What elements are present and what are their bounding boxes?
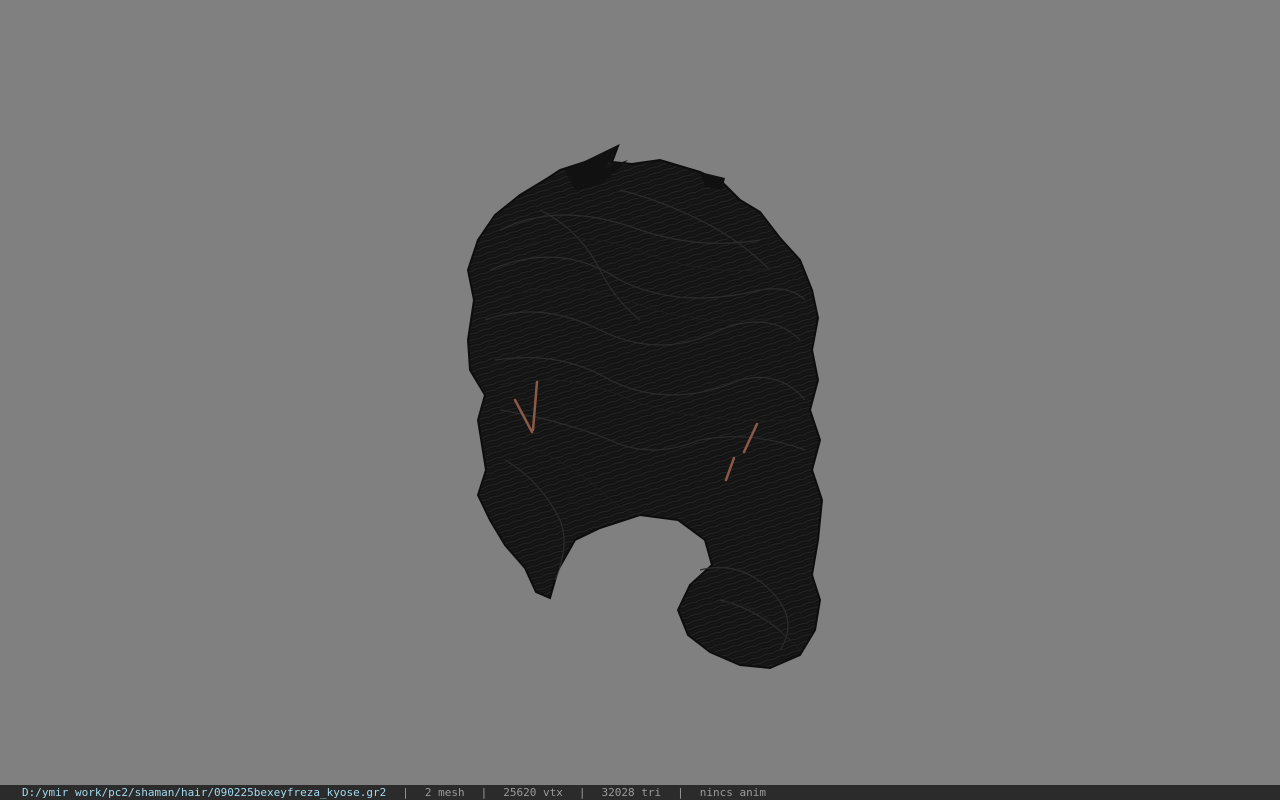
triangle-count: 32028 tri <box>601 786 662 799</box>
separator: | <box>578 786 586 799</box>
3d-viewport[interactable] <box>0 0 1280 785</box>
separator: | <box>480 786 488 799</box>
hair-model <box>466 144 824 670</box>
separator: | <box>677 786 684 799</box>
separator: | <box>402 786 409 799</box>
mesh-count: 2 mesh <box>424 786 465 799</box>
file-path: D:/ymir work/pc2/shaman/hair/090225bexey… <box>22 786 387 799</box>
status-bar: D:/ymir work/pc2/shaman/hair/090225bexey… <box>0 785 1280 800</box>
vertex-count: 25620 vtx <box>503 786 563 799</box>
anim-status: nincs anim <box>699 786 766 799</box>
